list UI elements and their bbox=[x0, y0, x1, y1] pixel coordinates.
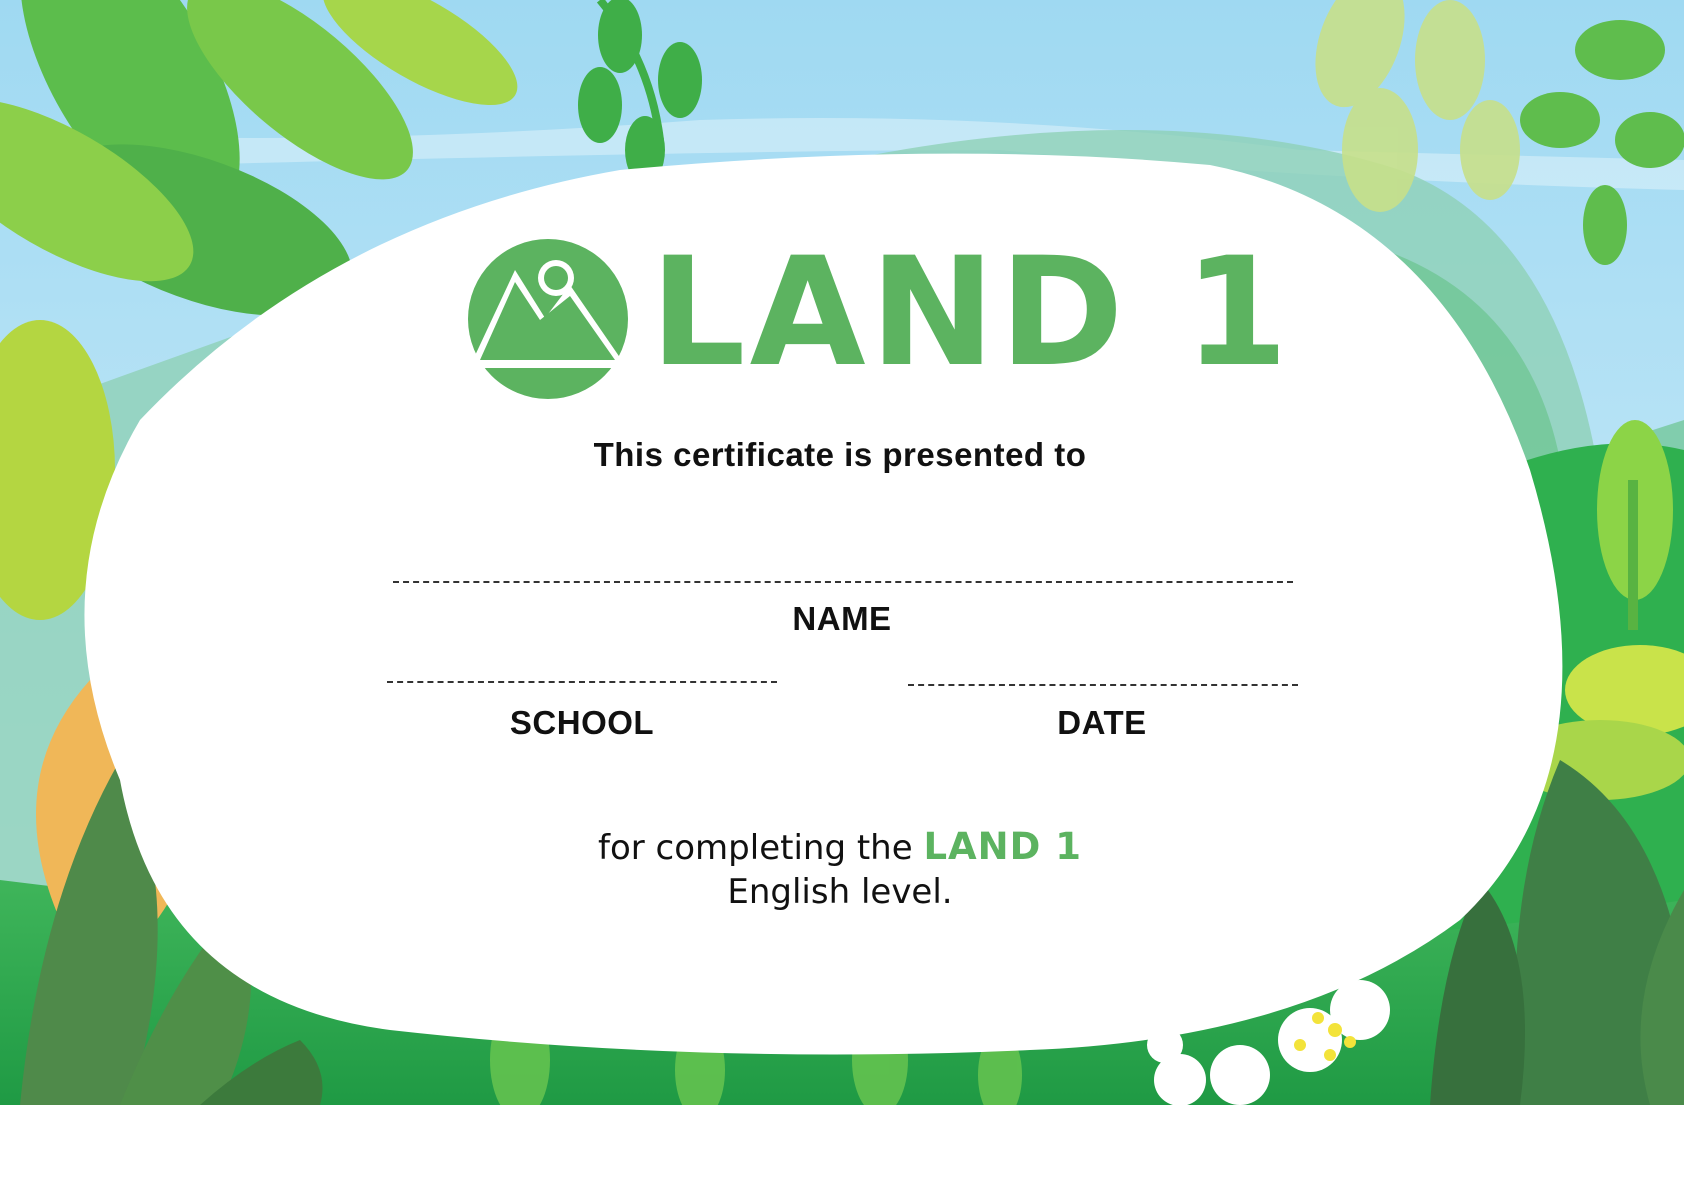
completion-suffix: English level. bbox=[727, 872, 953, 912]
name-label: NAME bbox=[792, 600, 892, 637]
school-label: SCHOOL bbox=[509, 704, 655, 741]
name-line[interactable] bbox=[393, 581, 1293, 583]
presented-to-text: This certificate is presented to bbox=[593, 436, 1087, 473]
date-label: DATE bbox=[1057, 704, 1147, 741]
completion-prefix: for completing the bbox=[598, 828, 913, 868]
jungle-background bbox=[0, 0, 1684, 1191]
school-line[interactable] bbox=[387, 681, 777, 683]
logo-title: LAND 1 bbox=[650, 226, 1293, 400]
completion-text: for completing the LAND 1 English level. bbox=[480, 825, 1200, 914]
completion-level: LAND 1 bbox=[923, 825, 1082, 868]
date-line[interactable] bbox=[908, 684, 1298, 686]
mountain-sun-icon bbox=[468, 239, 628, 399]
